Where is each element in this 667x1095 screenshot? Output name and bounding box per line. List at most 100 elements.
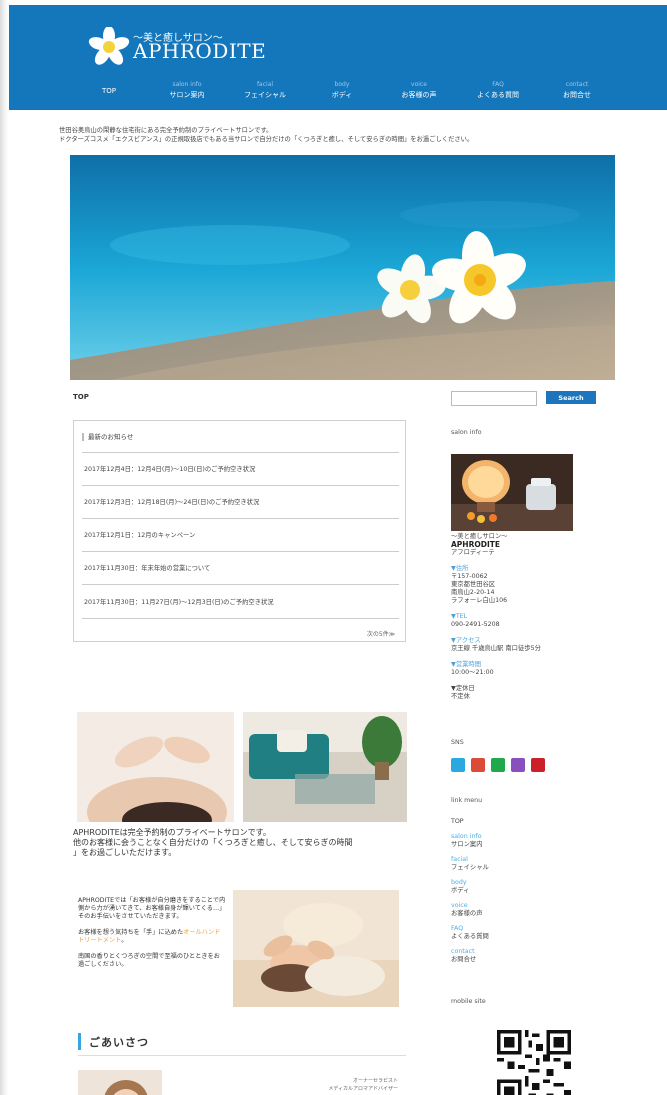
link-menu-item-voice[interactable]: voice お客様の声 — [451, 902, 571, 918]
hero-image — [70, 155, 615, 380]
link-menu-jp: よくある質問 — [451, 933, 489, 940]
nav-jp-label: フェイシャル — [244, 91, 286, 99]
nav-contact[interactable]: contact お問合せ — [538, 80, 616, 100]
owner-title: オーナーセラピスト — [352, 1078, 398, 1084]
nav-jp-label: よくある質問 — [477, 91, 519, 99]
nav-facial[interactable]: facial フェイシャル — [226, 80, 304, 100]
link-menu-en: facial — [451, 856, 468, 863]
link-menu-jp: ボディ — [451, 887, 470, 894]
news-item[interactable]: 2017年12月3日：12月18日(月)〜24日(日)のご予約空き状況 — [84, 497, 259, 506]
mobile-site-qr-code[interactable] — [497, 1030, 571, 1095]
about-text-span: 。 — [121, 937, 128, 944]
news-more-link[interactable]: 次の5件≫ — [367, 629, 395, 638]
news-item[interactable]: 2017年12月1日：12月のキャンペーン — [84, 530, 195, 539]
link-menu-en: salon info — [451, 833, 482, 840]
link-menu-jp: お客様の声 — [451, 910, 483, 917]
news-item[interactable]: 2017年11月30日：11月27日(月)〜12月3日(日)のご予約空き状況 — [84, 597, 274, 606]
link-menu-en: contact — [451, 948, 475, 955]
twitter-icon[interactable] — [451, 758, 465, 772]
nav-jp-label: ボディ — [331, 91, 353, 99]
sidebar-brand: APHRODITE — [451, 540, 500, 549]
link-menu-jp: お問合せ — [451, 956, 477, 963]
link-menu-item-facial[interactable]: facial フェイシャル — [451, 856, 571, 872]
link-menu-item-faq[interactable]: FAQ よくある質問 — [451, 925, 571, 941]
lead-line: APHRODITEは完全予約制のプライベートサロンです。 — [73, 828, 271, 837]
facial-photo — [233, 890, 399, 1007]
logo[interactable]: 〜美と癒しサロン〜 APHRODITE — [87, 27, 297, 67]
news-divider — [82, 518, 399, 519]
news-divider — [82, 551, 399, 552]
search-input[interactable] — [451, 391, 537, 406]
site-header: 〜美と癒しサロン〜 APHRODITE TOP salon info サロン案内… — [9, 5, 667, 110]
qr-code-icon — [497, 1030, 571, 1095]
link-menu-jp: TOP — [451, 818, 464, 825]
link-menu-item-top[interactable]: TOP — [451, 818, 571, 826]
pinterest-icon[interactable] — [531, 758, 546, 772]
logo-brand: APHRODITE — [133, 39, 267, 63]
news-box: 最新のお知らせ 2017年12月4日：12月4日(月)〜10日(日)のご予約空き… — [73, 420, 406, 642]
news-divider — [82, 452, 399, 453]
nav-faq[interactable]: FAQ よくある質問 — [459, 80, 537, 100]
news-title: 最新のお知らせ — [82, 433, 133, 441]
tel-label: ▼TEL — [451, 613, 468, 620]
link-menu-item-body[interactable]: body ボディ — [451, 879, 571, 895]
nav-en-label: FAQ — [492, 81, 504, 88]
hours-value: 10:00〜21:00 — [451, 669, 494, 676]
nav-salon-info[interactable]: salon info サロン案内 — [148, 80, 226, 100]
holiday-value: 不定休 — [451, 693, 470, 700]
facial-treatment-image — [233, 890, 399, 1007]
access-value: 京王線 千歳烏山駅 南口徒歩5分 — [451, 645, 541, 652]
nav-body[interactable]: body ボディ — [303, 80, 381, 100]
about-paragraph: APHRODITEでは「お客様が自分磨きをすることで内側から力が湧いてきて、お客… — [78, 897, 226, 920]
owner-qualification: メディカルアロマアドバイザー — [328, 1086, 398, 1092]
news-item[interactable]: 2017年12月4日：12月4日(月)〜10日(日)のご予約空き状況 — [84, 464, 255, 473]
search-button[interactable]: Search — [546, 391, 596, 404]
owner-portrait-image — [78, 1070, 162, 1095]
breadcrumb[interactable]: TOP — [73, 393, 89, 401]
hours-label: ▼営業時間 — [451, 661, 482, 668]
salon-photo — [451, 454, 573, 531]
window-edge — [0, 0, 9, 1095]
link-menu-jp: フェイシャル — [451, 864, 489, 871]
news-divider — [82, 485, 399, 486]
tel-value[interactable]: 090-2491-5208 — [451, 621, 581, 629]
link-menu-en: FAQ — [451, 925, 464, 932]
sns-icons — [451, 758, 549, 772]
plumeria-logo-icon — [88, 27, 130, 65]
google-plus-icon[interactable] — [471, 758, 486, 772]
nav-en-label: body — [334, 81, 350, 88]
lead-text: APHRODITEは完全予約制のプライベートサロンです。 他のお客様に会うことな… — [73, 828, 413, 858]
salon-lamp-image — [451, 454, 573, 531]
news-divider — [82, 584, 399, 585]
lead-line: 他のお客様に会うことなく自分だけの「くつろぎと癒し、そして安らぎの時間 — [73, 838, 353, 847]
nav-en-label: facial — [256, 81, 274, 88]
address-label: ▼住所 — [451, 565, 469, 572]
about-text: APHRODITEでは「お客様が自分磨きをすることで内側から力が湧いてきて、お客… — [78, 897, 226, 977]
address-line: ラフォーレ白山106 — [451, 597, 508, 604]
sidebar-kana: アフロディーテ — [451, 549, 495, 556]
nav-en-label: salon info — [172, 81, 202, 88]
sidebar-heading: SNS — [451, 739, 464, 746]
link-menu-item-contact[interactable]: contact お問合せ — [451, 948, 571, 964]
link-menu: TOP salon info サロン案内 facial フェイシャル body … — [451, 818, 571, 964]
intro-line: ドクターズコスメ「エクスビアンス」の正規取扱店でもある当サロンで自分だけの「くつ… — [59, 136, 474, 143]
sidebar-heading: salon info — [451, 429, 482, 436]
intro-text: 世田谷奥烏山の閑静な住宅街にある完全予約制のプライベートサロンです。 ドクターズ… — [59, 126, 619, 144]
holiday-label: ▼定休日 — [451, 685, 475, 692]
line-icon[interactable] — [491, 758, 506, 772]
hero-plumeria-pool-image — [70, 155, 615, 380]
lead-line: 」をお過ごしいただけます。 — [73, 848, 177, 857]
nav-jp-label: サロン案内 — [169, 91, 205, 99]
address-line: 東京都世田谷区 — [451, 581, 496, 588]
nav-top[interactable]: TOP — [70, 80, 148, 96]
link-menu-item-salon-info[interactable]: salon info サロン案内 — [451, 833, 571, 849]
nav-voice[interactable]: voice お客様の声 — [380, 80, 458, 100]
heading-accent-bar — [78, 1033, 81, 1050]
sidebar-heading: link menu — [451, 797, 483, 804]
address-line: 南烏山2-20-14 — [451, 589, 495, 596]
news-item[interactable]: 2017年11月30日：年末年始の営業について — [84, 563, 210, 572]
greeting-heading: ごあいさつ — [78, 1030, 406, 1056]
about-paragraph: 南国の香りとくつろぎの空間で至福のひとときをお過ごしください。 — [78, 953, 220, 968]
feature-images — [77, 712, 407, 847]
instagram-icon[interactable] — [511, 758, 526, 772]
